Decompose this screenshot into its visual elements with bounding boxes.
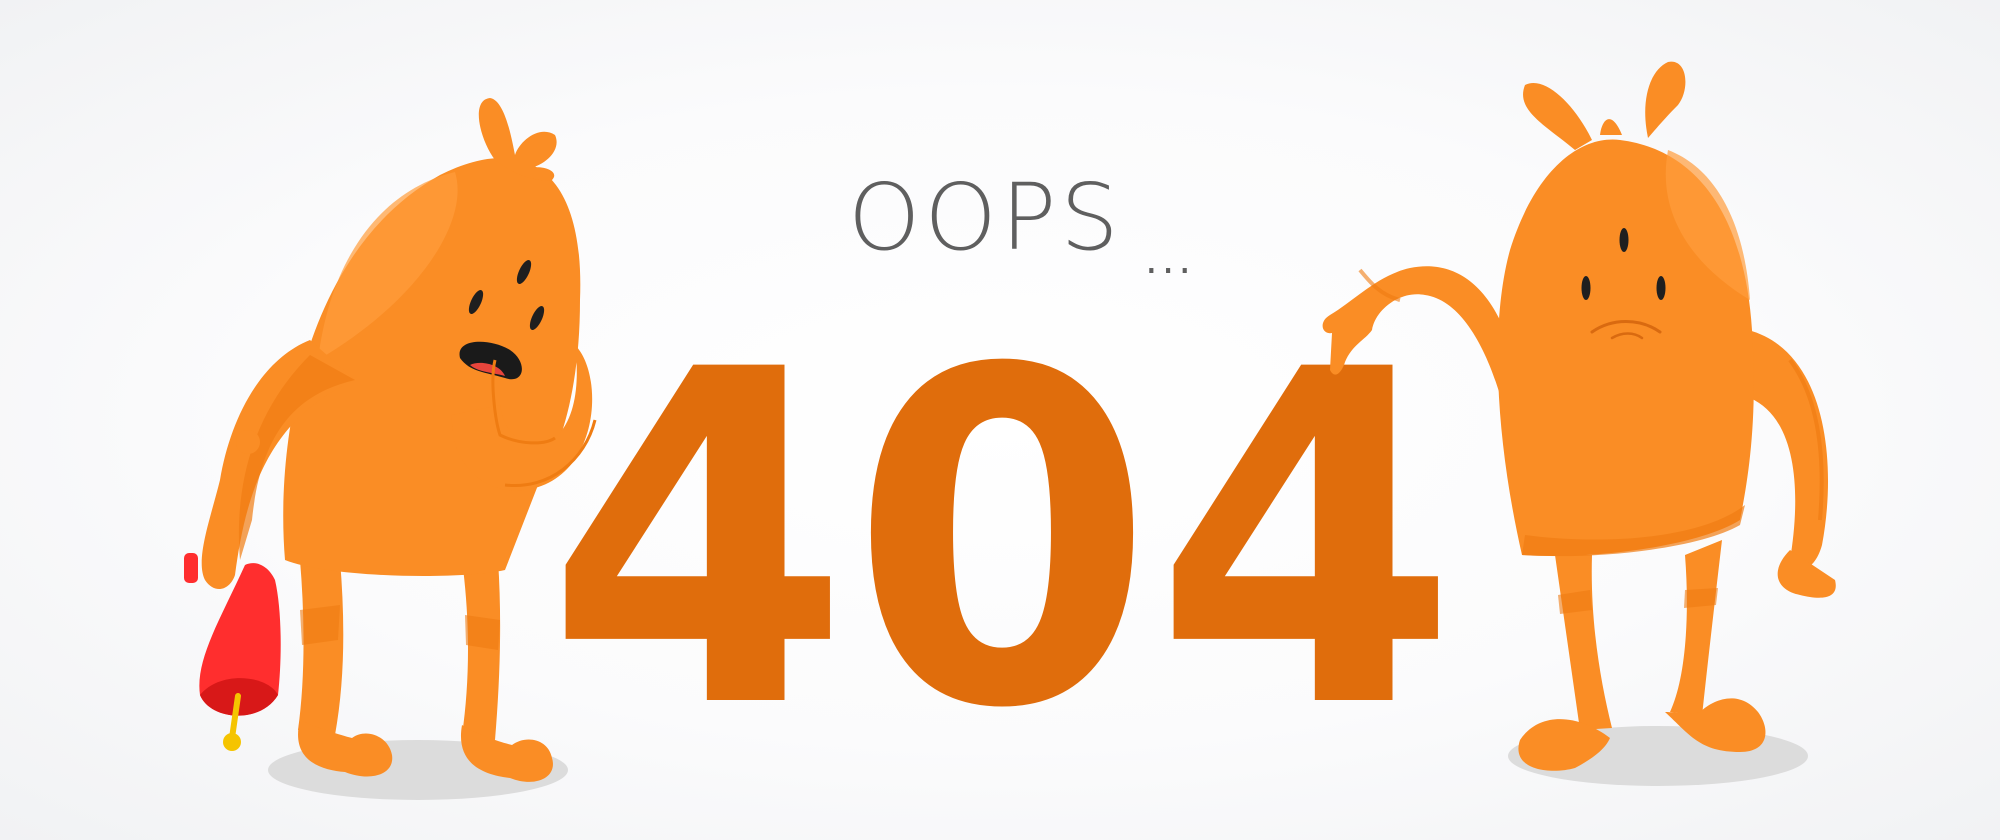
orange-monster-pointing-icon [1322,61,1836,771]
error-page: 404 OOPS ... [0,0,2000,840]
